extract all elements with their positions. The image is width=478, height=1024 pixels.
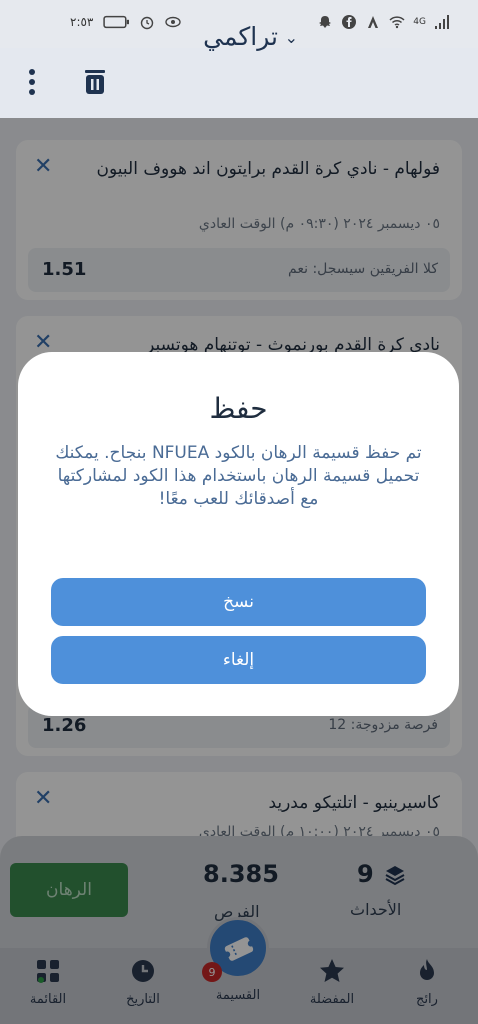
- wifi-icon: [389, 16, 405, 29]
- top-header: [0, 48, 478, 118]
- signal-icon: [435, 15, 449, 29]
- copy-button[interactable]: نسخ: [51, 578, 426, 626]
- battery-icon: [103, 15, 130, 29]
- cancel-button[interactable]: إلغاء: [51, 636, 426, 684]
- trash-icon[interactable]: [83, 68, 107, 96]
- network-type: 4G: [413, 17, 426, 27]
- save-dialog: حفظ تم حفظ قسيمة الرهان بالكود NFUEA بنج…: [18, 352, 459, 716]
- dialog-title: حفظ: [209, 392, 268, 425]
- clock-time: ٢:٥٣: [70, 15, 94, 29]
- dialog-message: تم حفظ قسيمة الرهان بالكود NFUEA بنجاح. …: [55, 443, 422, 509]
- alarm-icon: [141, 16, 154, 30]
- status-left: ٢:٥٣: [70, 14, 182, 30]
- status-right: 4G: [317, 14, 450, 30]
- page-title[interactable]: تراكمي: [203, 22, 278, 51]
- chevron-down-icon[interactable]: ⌄: [285, 28, 298, 47]
- snapchat-icon: [319, 16, 332, 28]
- more-vert-icon[interactable]: [28, 68, 36, 96]
- eye-icon: [165, 16, 182, 28]
- app-a-icon: [368, 16, 379, 28]
- facebook-icon: [342, 15, 357, 29]
